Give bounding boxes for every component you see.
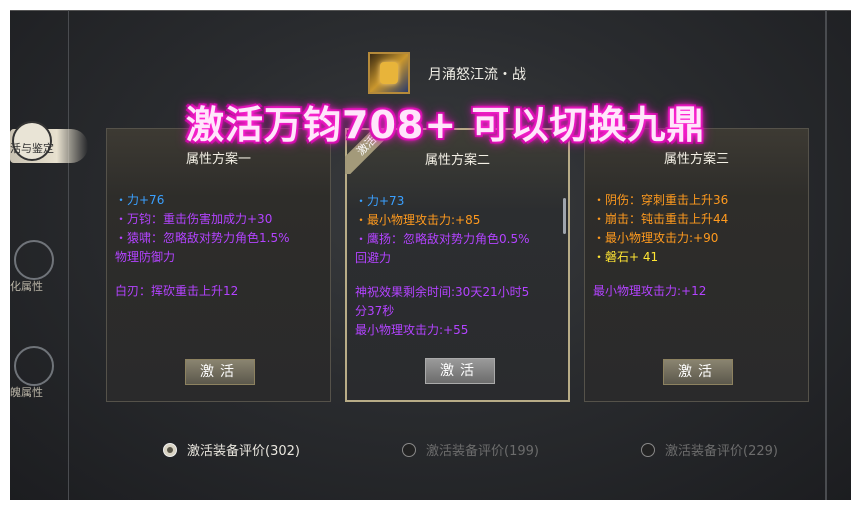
sidebar-item-label: 活与鉴定: [10, 142, 54, 155]
scheme-panel-1[interactable]: 属性方案一 ・力+76 ・万钧：重击伤害加成力+30 ・猿啸：忽略敌对势力角色1…: [106, 128, 331, 402]
gem-icon: [380, 62, 398, 84]
radio-dot[interactable]: [163, 442, 177, 457]
attribute-line: ・力+73: [355, 194, 405, 208]
sidebar-item-label: 魄属性: [10, 386, 43, 399]
sidebar-item-activation[interactable]: 活与鉴定: [10, 115, 88, 185]
promo-overlay-text: 激活万钧708+ 可以切换九鼎: [186, 103, 706, 147]
attribute-line: ・最小物理攻击力:+85: [355, 213, 481, 227]
radio-option-3[interactable]: 激活装备评价(229): [641, 440, 778, 459]
attribute-line: ・力+76: [115, 193, 165, 207]
panel-attributes: ・力+73 ・最小物理攻击力:+85 ・鹰扬：忽略敌对势力角色0.5% 回避力 …: [355, 192, 558, 340]
radio-option-2[interactable]: 激活装备评价(199): [402, 440, 539, 459]
attribute-screen: 活与鉴定 化属性 魄属性 月涌怒江流・战 属性方案一 ・力+76 ・万钧：重击伤…: [10, 10, 851, 500]
attribute-line: 白刃：挥砍重击上升12: [115, 284, 239, 298]
crescent-eye-icon: [14, 346, 54, 386]
attribute-line: ・鹰扬：忽略敌对势力角色0.5%: [355, 232, 530, 246]
panel-attributes: ・力+76 ・万钧：重击伤害加成力+30 ・猿啸：忽略敌对势力角色1.5% 物理…: [115, 191, 320, 301]
panel-attributes: ・阴伤：穿刺重击上升36 ・崩击：钝击重击上升44 ・最小物理攻击力:+90 ・…: [593, 191, 798, 301]
radio-label: 激活装备评价(302): [187, 444, 300, 459]
attribute-line: ・阴伤：穿刺重击上升36: [593, 193, 729, 207]
attribute-line: 分37秒: [355, 304, 395, 318]
attribute-line: ・磐石+ 41: [593, 250, 659, 264]
radio-dot[interactable]: [641, 442, 655, 457]
panel-title: 属性方案三: [663, 152, 729, 167]
activate-button-3[interactable]: 激活: [663, 359, 733, 385]
sidebar-item-transform[interactable]: 化属性: [10, 240, 88, 310]
activate-button-1[interactable]: 激活: [185, 359, 255, 385]
scrollbar-thumb[interactable]: [563, 198, 566, 234]
attribute-line: 神祝效果剩余时间:30天21小时5: [355, 285, 530, 299]
sidebar-item-label: 化属性: [10, 280, 43, 293]
attribute-line: ・崩击：钝击重击上升44: [593, 212, 729, 226]
panel-title: 属性方案二: [424, 153, 490, 168]
attribute-line: 物理防御力: [115, 250, 176, 264]
weapon-emblem-icon[interactable]: [368, 52, 410, 94]
attribute-line: ・猿啸：忽略敌对势力角色1.5%: [115, 231, 290, 245]
attribute-line: 最小物理攻击力:+12: [593, 284, 707, 298]
sidebar-item-soul[interactable]: 魄属性: [10, 346, 88, 416]
attribute-line: 最小物理攻击力:+55: [355, 323, 469, 337]
item-title: 月涌怒江流・战: [428, 67, 526, 83]
attribute-line: ・最小物理攻击力:+90: [593, 231, 719, 245]
radio-option-1[interactable]: 激活装备评价(302): [163, 440, 300, 459]
activate-button-2[interactable]: 激活: [425, 358, 495, 384]
radio-label: 激活装备评价(229): [665, 444, 778, 459]
moon-icon: [14, 240, 54, 280]
attribute-line: ・万钧：重击伤害加成力+30: [115, 212, 273, 226]
radio-dot[interactable]: [402, 442, 416, 457]
scheme-panel-3[interactable]: 属性方案三 ・阴伤：穿刺重击上升36 ・崩击：钝击重击上升44 ・最小物理攻击力…: [584, 128, 809, 402]
attribute-line: 回避力: [355, 251, 392, 265]
scheme-panel-2[interactable]: 激活 属性方案二 ・力+73 ・最小物理攻击力:+85 ・鹰扬：忽略敌对势力角色…: [345, 128, 570, 402]
sidebar: 活与鉴定 化属性 魄属性: [10, 10, 88, 500]
radio-label: 激活装备评价(199): [426, 444, 539, 459]
panel-title: 属性方案一: [185, 152, 251, 167]
right-divider: [825, 10, 827, 500]
